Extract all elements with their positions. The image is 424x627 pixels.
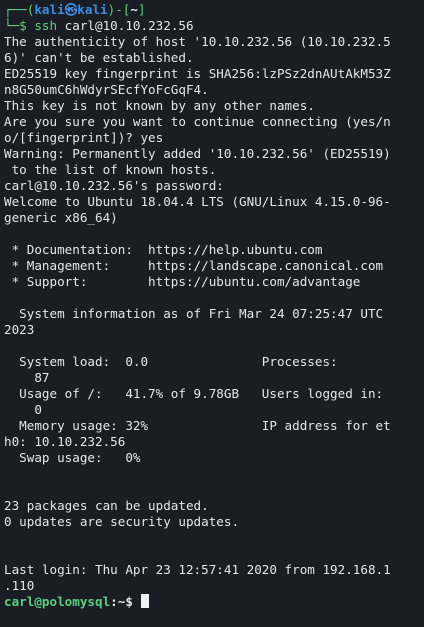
output-line: 0 xyxy=(4,402,42,417)
skull-icon: ㉿ xyxy=(64,2,78,17)
output-line: h0: 10.10.232.56 xyxy=(4,434,126,449)
output-line: generic x86_64) xyxy=(4,210,118,225)
output-line: Last login: Thu Apr 23 12:57:41 2020 fro… xyxy=(4,562,391,577)
output-line: Welcome to Ubuntu 18.04.4 LTS (GNU/Linux… xyxy=(4,194,391,209)
output-line: This key is not known by any other names… xyxy=(4,98,315,113)
prompt-bracket-close: ] xyxy=(137,2,146,17)
output-line: System load: 0.0 Processes: xyxy=(4,354,338,369)
output-line: 0 updates are security updates. xyxy=(4,514,240,529)
prompt-host: kali xyxy=(77,2,108,17)
final-prompt-user-host: carl@polomysql xyxy=(4,594,111,609)
output-line: to the list of known hosts. xyxy=(4,162,217,177)
output-line: Memory usage: 32% IP address for et xyxy=(4,418,391,433)
prompt-corner: ┌──( xyxy=(4,2,35,17)
output-line: Usage of /: 41.7% of 9.78GB Users logged… xyxy=(4,386,384,401)
output-line: * Support: https://ubuntu.com/advantage xyxy=(4,274,361,289)
output-line: .110 xyxy=(4,578,35,593)
terminal-output: The authenticity of host '10.10.232.56 (… xyxy=(4,34,424,594)
output-line: * Documentation: https://help.ubuntu.com xyxy=(4,242,323,257)
prompt-line-command: └─$ ssh carl@10.10.232.56 xyxy=(4,18,424,34)
command-name: ssh xyxy=(34,18,58,33)
prompt-bracket-open: )-[ xyxy=(107,2,131,17)
prompt-line-top: ┌──(kali㉿kali)-[~] xyxy=(4,2,424,18)
output-line: 2023 xyxy=(4,322,35,337)
output-line: ED25519 key fingerprint is SHA256:lzPSz2… xyxy=(4,66,391,81)
terminal-window[interactable]: ┌──(kali㉿kali)-[~] └─$ ssh carl@10.10.23… xyxy=(0,0,424,627)
output-line: The authenticity of host '10.10.232.56 (… xyxy=(4,34,391,49)
output-line: 23 packages can be updated. xyxy=(4,498,209,513)
output-line: 6)' can't be established. xyxy=(4,50,194,65)
output-line: Are you sure you want to continue connec… xyxy=(4,114,391,129)
command-args: carl@10.10.232.56 xyxy=(57,18,194,33)
output-line: Warning: Permanently added '10.10.232.56… xyxy=(4,146,391,161)
output-line: * Management: https://landscape.canonica… xyxy=(4,258,384,273)
final-prompt-line[interactable]: carl@polomysql:~$ xyxy=(4,594,424,610)
text-cursor xyxy=(140,594,149,608)
output-line: System information as of Fri Mar 24 07:2… xyxy=(4,306,384,321)
prompt-user: kali xyxy=(34,2,65,17)
output-line: carl@10.10.232.56's password: xyxy=(4,178,224,193)
output-line: o/[fingerprint])? yes xyxy=(4,130,164,145)
output-line: n8G50umC6hWdyrSEcfYoFcGqF4. xyxy=(4,82,209,97)
prompt-arrow: └─$ xyxy=(4,18,27,33)
prompt-path: ~ xyxy=(130,2,138,17)
final-prompt-path: :~$ xyxy=(110,594,133,609)
output-line: 87 xyxy=(4,370,50,385)
output-line: Swap usage: 0% xyxy=(4,450,141,465)
